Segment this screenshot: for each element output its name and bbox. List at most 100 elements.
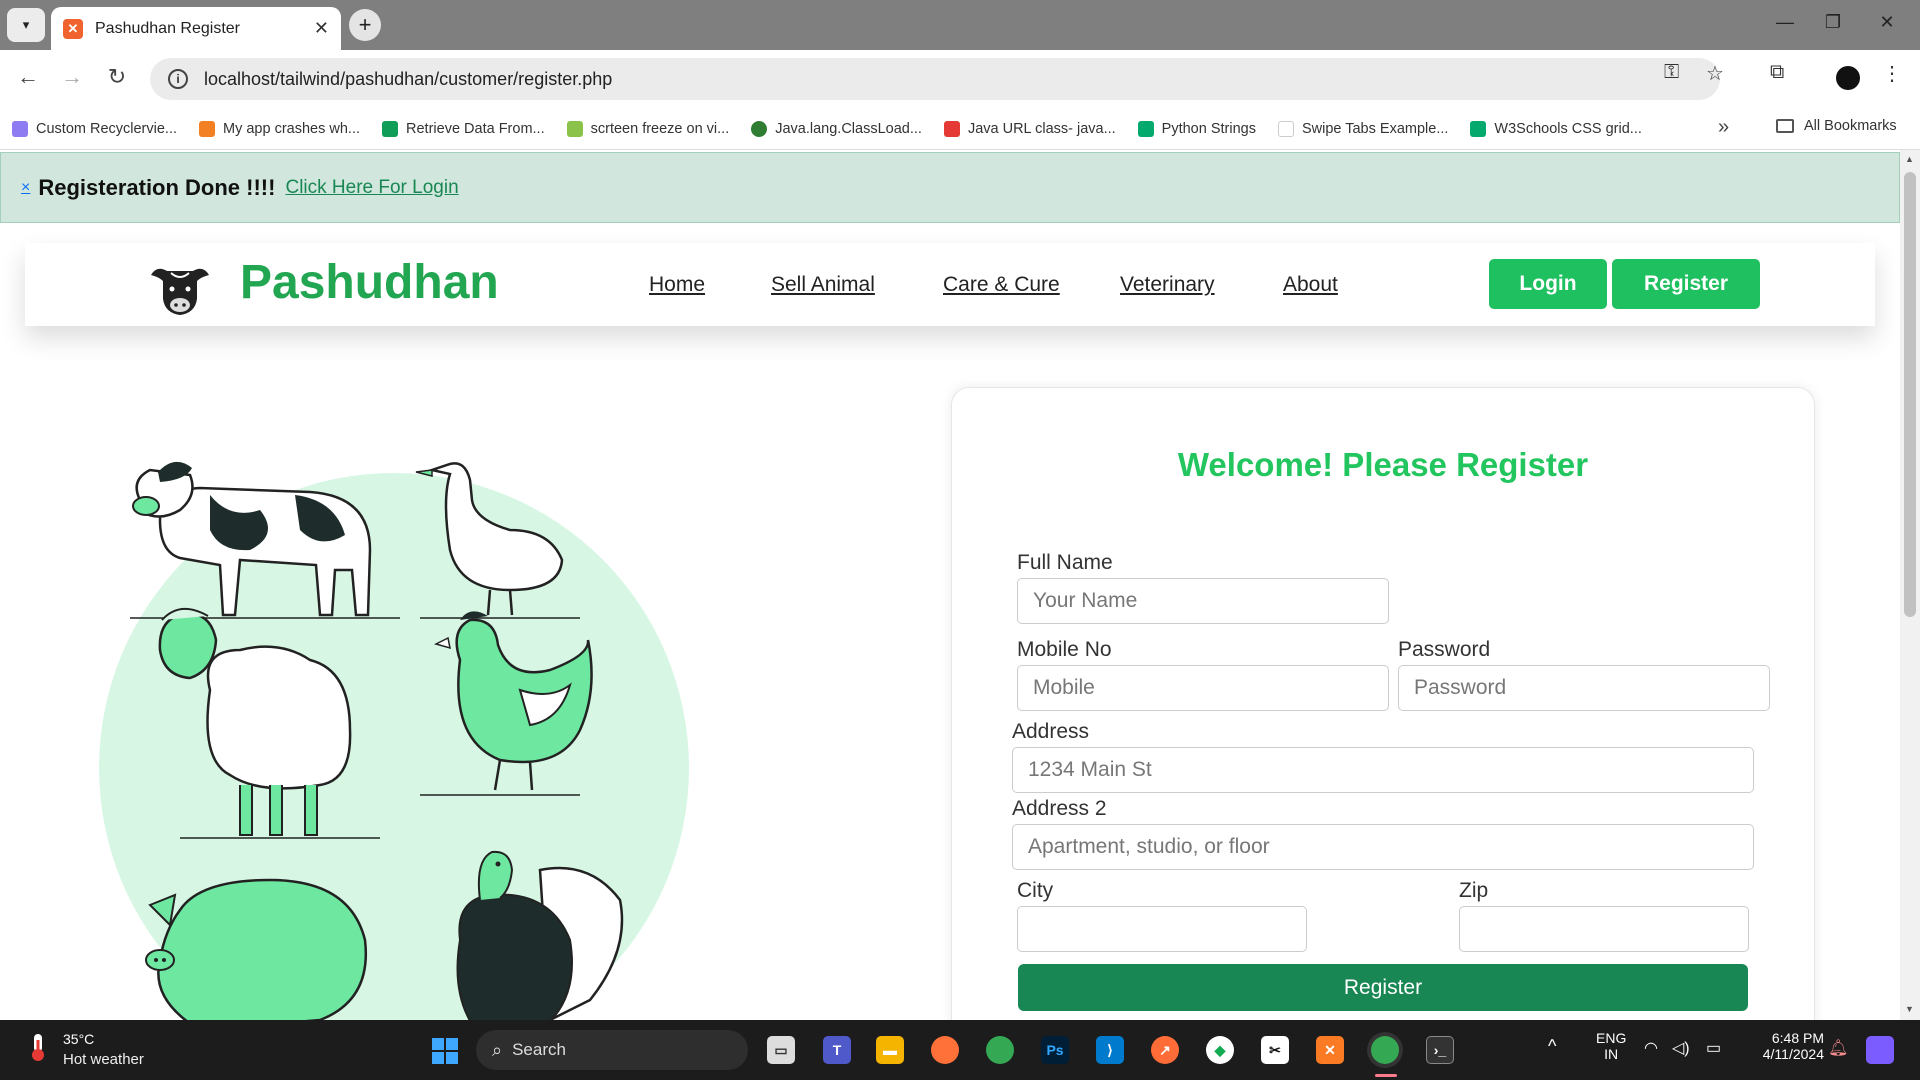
bookmark-star-icon[interactable]: ☆ — [1706, 61, 1724, 86]
menu-kebab-icon[interactable]: ⋮ — [1882, 61, 1902, 86]
xampp-icon[interactable]: ✕ — [1316, 1036, 1344, 1064]
copilot-icon[interactable] — [1866, 1036, 1894, 1064]
register-nav-button[interactable]: Register — [1612, 259, 1760, 309]
back-icon[interactable]: ← — [12, 64, 44, 90]
cow-icon — [130, 461, 400, 619]
alert-close-button[interactable]: × — [21, 179, 30, 197]
postman-icon[interactable]: ↗ — [1151, 1036, 1179, 1064]
all-bookmarks-label: All Bookmarks — [1804, 118, 1897, 134]
alert-message: Registeration Done !!!! — [38, 174, 276, 200]
register-card: Welcome! Please Register Full Name Mobil… — [951, 387, 1815, 1020]
scroll-down-icon[interactable]: ▼ — [1905, 1004, 1914, 1014]
scroll-thumb[interactable] — [1904, 172, 1916, 617]
browser-tabbar: ▾ ✕ Pashudhan Register ✕ + — ❐ ✕ — [0, 0, 1920, 50]
login-button[interactable]: Login — [1489, 259, 1607, 309]
nav-about[interactable]: About — [1283, 273, 1338, 297]
clock-date: 4/11/2024 — [1762, 1046, 1824, 1062]
lang-region: IN — [1604, 1046, 1619, 1062]
volume-icon[interactable]: ◁) — [1672, 1038, 1690, 1058]
nav-care-cure[interactable]: Care & Cure — [943, 273, 1060, 297]
zip-input[interactable] — [1459, 906, 1749, 952]
mobile-input[interactable] — [1017, 665, 1389, 711]
password-key-icon[interactable]: ⚿ — [1664, 61, 1679, 84]
full-name-label: Full Name — [1017, 551, 1113, 574]
file-explorer-icon[interactable]: ▬ — [876, 1036, 904, 1064]
nav-sell-animal[interactable]: Sell Animal — [771, 273, 875, 297]
brand-name[interactable]: Pashudhan — [240, 255, 499, 310]
bookmark-item[interactable]: W3Schools CSS grid... — [1470, 120, 1642, 137]
cow-logo-icon[interactable] — [147, 261, 213, 317]
taskbar-search[interactable]: ⌕ Search — [476, 1030, 748, 1070]
bookmark-label: Custom Recyclervie... — [36, 120, 178, 137]
bookmark-favicon-icon — [12, 120, 28, 137]
language-indicator[interactable]: ENG IN — [1596, 1030, 1626, 1062]
bookmark-label: Java.lang.ClassLoad... — [775, 120, 922, 137]
tray-overflow-icon[interactable]: ^ — [1548, 1036, 1556, 1057]
weather-description[interactable]: Hot weather — [63, 1051, 144, 1068]
photoshop-icon[interactable]: Ps — [1041, 1036, 1069, 1064]
register-submit-button[interactable]: Register — [1018, 964, 1748, 1011]
full-name-input[interactable] — [1017, 578, 1389, 624]
bookmark-favicon-icon — [199, 120, 216, 137]
terminal-icon[interactable]: ›_ — [1426, 1036, 1454, 1064]
chrome-active-icon[interactable] — [1371, 1036, 1399, 1064]
nav-home[interactable]: Home — [649, 273, 705, 297]
bookmark-item[interactable]: scrteen freeze on vi... — [566, 120, 730, 137]
restore-icon[interactable]: ❐ — [1818, 12, 1848, 33]
address2-input[interactable] — [1012, 824, 1754, 870]
weather-temperature[interactable]: 35°C — [63, 1031, 94, 1047]
city-input[interactable] — [1017, 906, 1307, 952]
thermometer-icon[interactable] — [26, 1032, 50, 1062]
scroll-up-icon[interactable]: ▲ — [1905, 154, 1914, 164]
address-bar[interactable]: i localhost/tailwind/pashudhan/customer/… — [150, 58, 1720, 100]
bookmark-item[interactable]: Custom Recyclervie... — [12, 120, 178, 137]
tab-search-icon[interactable]: ▾ — [7, 8, 45, 42]
close-window-icon[interactable]: ✕ — [1872, 12, 1902, 33]
task-view-icon[interactable]: ▭ — [767, 1036, 795, 1064]
battery-icon[interactable]: ▭ — [1706, 1038, 1721, 1058]
form-title: Welcome! Please Register — [1177, 446, 1589, 483]
login-link[interactable]: Click Here For Login — [285, 177, 458, 199]
tab-close-icon[interactable]: ✕ — [314, 18, 329, 39]
bookmark-item[interactable]: Swipe Tabs Example... — [1277, 120, 1448, 137]
page-viewport: × Registeration Done !!!! Click Here For… — [0, 150, 1900, 1020]
url-text[interactable]: localhost/tailwind/pashudhan/customer/re… — [204, 69, 612, 90]
start-icon[interactable] — [432, 1038, 458, 1064]
bookmark-item[interactable]: Python Strings — [1137, 120, 1256, 137]
new-tab-icon[interactable]: + — [349, 9, 381, 41]
vscode-icon[interactable]: ⟩ — [1096, 1036, 1124, 1064]
nav-veterinary[interactable]: Veterinary — [1120, 273, 1215, 297]
more-bookmarks-icon[interactable]: » — [1718, 116, 1729, 139]
capcut-icon[interactable]: ✂ — [1261, 1036, 1289, 1064]
extensions-icon[interactable]: ⧉ — [1770, 61, 1784, 84]
password-input[interactable] — [1398, 665, 1770, 711]
teams-icon[interactable]: T — [823, 1036, 851, 1064]
notification-bell-icon[interactable]: 🔔︎ — [1828, 1038, 1848, 1058]
chrome-icon[interactable] — [986, 1036, 1014, 1064]
browser-tab[interactable]: ✕ Pashudhan Register ✕ — [51, 7, 341, 50]
bookmark-item[interactable]: Java URL class- java... — [943, 120, 1116, 137]
all-bookmarks[interactable]: All Bookmarks — [1776, 118, 1897, 134]
profile-avatar[interactable] — [1836, 66, 1860, 90]
reload-icon[interactable]: ↻ — [101, 64, 133, 90]
bookmark-favicon-icon — [566, 120, 583, 137]
bookmark-item[interactable]: My app crashes wh... — [199, 120, 360, 137]
password-label: Password — [1398, 638, 1491, 661]
address-input[interactable] — [1012, 747, 1754, 793]
firefox-icon[interactable] — [931, 1036, 959, 1064]
mongodb-icon[interactable]: ◆ — [1206, 1036, 1234, 1064]
bookmark-item[interactable]: Retrieve Data From... — [382, 120, 545, 137]
bookmark-favicon-icon — [1277, 120, 1294, 137]
bookmark-label: scrteen freeze on vi... — [590, 120, 730, 137]
site-info-icon[interactable]: i — [168, 69, 188, 89]
forward-icon[interactable]: → — [56, 64, 88, 90]
bookmark-favicon-icon — [1137, 120, 1154, 137]
city-label: City — [1017, 879, 1054, 902]
clock[interactable]: 6:48 PM 4/11/2024 — [1752, 1030, 1824, 1062]
wifi-icon[interactable]: ◠ — [1644, 1038, 1658, 1058]
active-app-indicator — [1375, 1074, 1397, 1077]
hen-icon — [420, 611, 593, 796]
bookmark-item[interactable]: Java.lang.ClassLoad... — [751, 120, 922, 137]
minimize-icon[interactable]: — — [1770, 12, 1800, 33]
page-scrollbar[interactable]: ▲ ▼ — [1900, 150, 1920, 1020]
